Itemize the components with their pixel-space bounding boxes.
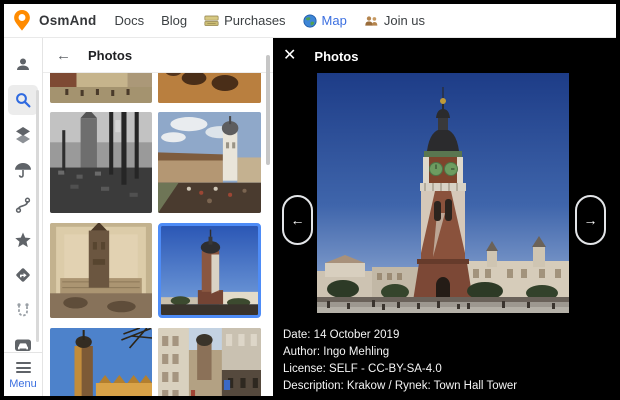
top-navbar: OsmAnd Docs Blog Purchases: [4, 4, 616, 38]
left-arrow-icon: ←: [291, 212, 305, 228]
sidebar-scrollbar[interactable]: [36, 90, 39, 342]
sidebar-divider: [4, 352, 42, 353]
thumbnail-bw-photo-parade[interactable]: [50, 112, 152, 213]
next-photo-button[interactable]: →: [575, 195, 606, 245]
menu-label: Menu: [9, 378, 37, 390]
thumbnail-painting-horsemen[interactable]: [158, 73, 261, 103]
right-arrow-icon: →: [584, 212, 598, 228]
photos-panel-title: Photos: [88, 48, 132, 63]
thumbnail-sepia-drawing-tower[interactable]: [50, 223, 152, 318]
person-icon: [8, 50, 38, 80]
join-us-icon: [364, 15, 379, 27]
photos-scrollbar[interactable]: [266, 55, 270, 165]
nav-links: Docs Blog Purchases: [114, 13, 425, 28]
nav-join-us[interactable]: Join us: [364, 13, 425, 28]
app-window: OsmAnd Docs Blog Purchases: [0, 0, 620, 400]
directions-icon: [8, 260, 38, 290]
left-sidebar: Menu: [4, 38, 43, 396]
thumbnail-painting-white-tower[interactable]: [158, 112, 261, 213]
umbrella-icon: [8, 155, 38, 185]
osmand-logo-icon[interactable]: [13, 10, 31, 32]
nav-map[interactable]: Map: [303, 13, 347, 28]
thumbnail-photo-tower-dusk[interactable]: [50, 328, 152, 396]
previous-photo-button[interactable]: ←: [282, 195, 313, 245]
back-arrow-icon[interactable]: ←: [56, 48, 71, 63]
viewer-header: ✕ Photos: [283, 48, 358, 64]
photo-viewer-panel: ✕ Photos: [273, 38, 616, 396]
meta-author: Author: Ingo Mehling: [283, 344, 517, 361]
meta-description: Description: Krakow / Rynek: Town Hall T…: [283, 378, 517, 395]
nav-blog[interactable]: Blog: [161, 13, 187, 28]
thumbnail-photo-town-hall-tower[interactable]: [158, 223, 261, 318]
map-globe-icon: [303, 14, 317, 28]
purchases-icon: [204, 15, 219, 27]
star-icon: [8, 225, 38, 255]
sidebar-menu-button[interactable]: Menu: [4, 358, 42, 390]
viewer-title: Photos: [314, 49, 358, 64]
nav-purchases[interactable]: Purchases: [204, 13, 285, 28]
thumbnail-painting-market-square[interactable]: [50, 73, 152, 103]
photo-grid: [43, 73, 273, 396]
photo-metadata: Date: 14 October 2019 Author: Ingo Mehli…: [283, 327, 517, 395]
photos-panel-header: ← Photos: [43, 38, 273, 73]
photos-list-panel: ← Photos: [43, 38, 273, 396]
brand-name[interactable]: OsmAnd: [39, 13, 96, 28]
nav-docs[interactable]: Docs: [114, 13, 144, 28]
close-icon[interactable]: ✕: [283, 48, 296, 64]
main-photo-town-hall-tower: [317, 73, 569, 313]
search-icon: [8, 85, 38, 115]
route-icon: [8, 190, 38, 220]
plan-route-icon: [8, 295, 38, 325]
car-icon: [8, 330, 38, 360]
meta-date: Date: 14 October 2019: [283, 327, 517, 344]
layers-icon: [8, 120, 38, 150]
meta-license: License: SELF - CC-BY-SA-4.0: [283, 361, 517, 378]
hamburger-icon: [16, 362, 31, 373]
thumbnail-photo-street-view[interactable]: [158, 328, 261, 396]
sidebar-item-account[interactable]: [4, 47, 42, 82]
